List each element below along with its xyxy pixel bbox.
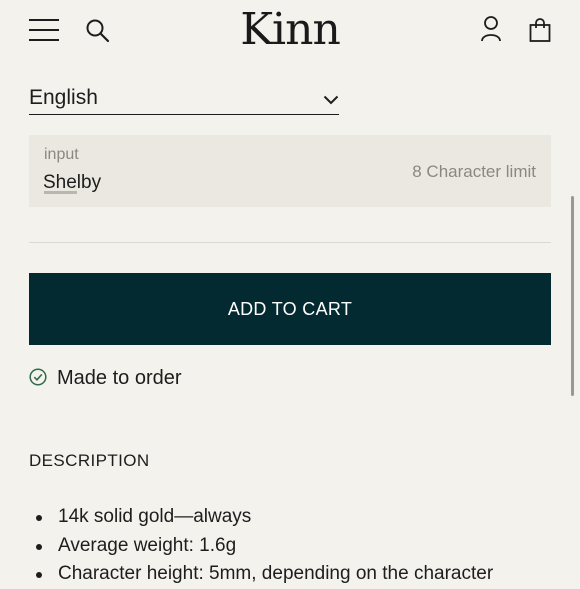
- list-item: Character height: 5mm, depending on the …: [34, 560, 554, 589]
- engraving-input-panel: input 8 Character limit: [29, 135, 551, 207]
- hamburger-menu-icon[interactable]: [29, 17, 59, 43]
- input-spellcheck-underline: [44, 191, 77, 194]
- check-circle-icon: [29, 368, 47, 386]
- language-select[interactable]: English: [29, 82, 339, 115]
- description-heading: DESCRIPTION: [29, 451, 150, 470]
- engraving-text-field[interactable]: [43, 169, 343, 197]
- divider: [29, 242, 551, 243]
- scrollbar-thumb[interactable]: [571, 196, 574, 396]
- shopping-bag-icon[interactable]: [528, 17, 552, 43]
- search-icon[interactable]: [85, 18, 111, 44]
- description-list: 14k solid gold—always Average weight: 1.…: [34, 503, 554, 589]
- availability-text: Made to order: [57, 367, 182, 389]
- list-item: Average weight: 1.6g: [34, 532, 554, 561]
- input-label: input: [44, 146, 79, 163]
- language-select-value: English: [29, 86, 98, 109]
- character-limit-text: 8 Character limit: [412, 162, 536, 181]
- chevron-down-icon: [323, 92, 339, 105]
- account-icon[interactable]: [479, 15, 503, 43]
- add-to-cart-button[interactable]: ADD TO CART: [29, 273, 551, 345]
- list-item: 14k solid gold—always: [34, 503, 554, 532]
